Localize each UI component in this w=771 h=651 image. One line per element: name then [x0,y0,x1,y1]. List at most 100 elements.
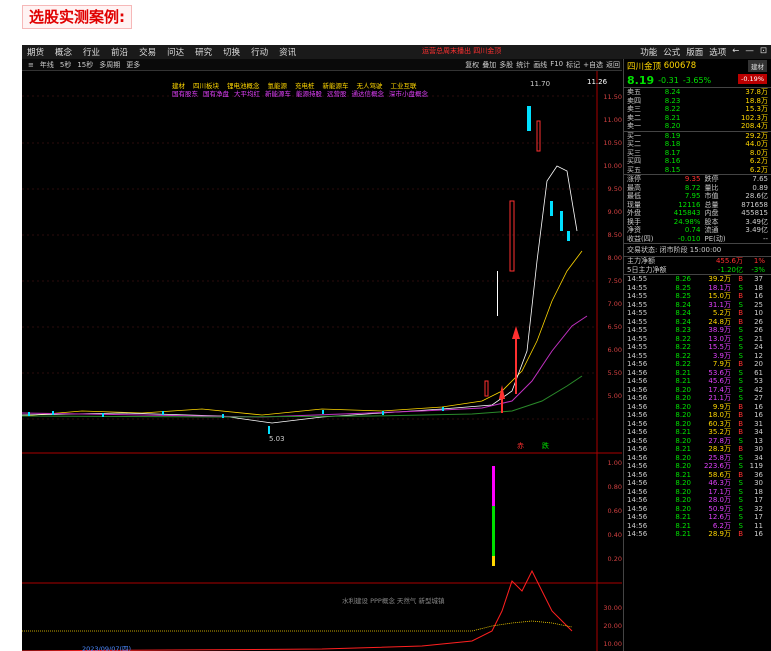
menu-item[interactable]: 研究 [195,46,212,58]
ask-row[interactable]: 卖二 8.21 102.3万 [624,114,771,123]
tick-volume: 27.8万 [708,436,731,445]
right-menu-item[interactable]: 选项 [709,46,726,58]
price-tick: 6.50 [607,323,622,331]
tick-volume: 6.2万 [712,521,731,530]
toolbar-button[interactable]: 统计 [516,60,530,70]
toolbar-item[interactable]: ≡ [28,61,34,69]
tick-count: 21 [754,334,763,343]
ask-row[interactable]: 卖四 8.23 18.8万 [624,97,771,106]
ask-row[interactable]: 卖五 8.24 37.8万 [624,88,771,97]
tick-row: 14:56 8.20 223.6万 S 119 [624,462,771,471]
flow-value: -1.20亿 [717,265,743,274]
tick-price: 8.24 [675,309,691,317]
tick-time: 14:56 [627,385,648,394]
tick-side: S [738,300,743,309]
bid-row[interactable]: 买五 8.15 6.2万 [624,166,771,175]
menu-item[interactable]: 行业 [83,46,100,58]
stat-label: 总量 [704,200,719,209]
stat-value: 24.98% [673,217,701,226]
tick-price: 8.20 [675,436,691,445]
book-volume: 29.2万 [745,131,768,140]
toolbar-item[interactable]: 年线 [40,60,54,70]
right-menu-item[interactable]: — [745,46,754,58]
tick-price: 8.21 [675,368,691,377]
toolbar-item[interactable]: 5秒 [60,60,71,70]
stat-label: 跌停 [704,175,719,183]
toolbar-item[interactable]: 15秒 [77,60,93,70]
toolbar-button[interactable]: 返回 [606,60,620,70]
toolbar-button[interactable]: 复权 [465,60,479,70]
tick-volume: 223.6万 [703,462,731,470]
tick-row: 14:56 8.20 25.8万 S 34 [624,454,771,463]
tick-count: 37 [754,275,763,283]
tick-time: 14:56 [627,368,648,377]
menu-item[interactable]: 前沿 [111,46,128,58]
book-volume: 6.2万 [749,165,768,174]
tick-side: S [738,462,743,470]
tick-side: S [738,368,743,377]
menu-item[interactable]: 行动 [251,46,268,58]
tick-row: 14:56 8.20 9.9万 B 16 [624,403,771,412]
tick-time: 14:55 [627,309,648,317]
chart-svg [22,71,622,651]
tick-side: S [738,334,743,343]
price-tick: 6.00 [607,346,622,354]
toolbar-item[interactable]: 更多 [126,60,140,70]
toolbar-item[interactable]: 多周期 [99,60,120,70]
tick-volume: 24.8万 [708,317,731,326]
tick-side: B [738,402,743,411]
toolbar-button[interactable]: 标记 [566,60,580,70]
stat-value: -0.010 [677,234,701,243]
toolbar-button[interactable]: F10 [550,60,563,70]
tick-row: 14:56 8.21 53.6万 S 61 [624,369,771,378]
menu-item[interactable]: 资讯 [279,46,296,58]
industry-tag[interactable]: 建材 [748,60,767,72]
bid-row[interactable]: 买四 8.16 6.2万 [624,157,771,166]
stat-value: 3.49亿 [745,217,768,226]
tick-time: 14:55 [627,292,648,300]
right-menu-item[interactable]: 版面 [686,46,703,58]
right-menu-item[interactable]: 公式 [663,46,680,58]
menu-item[interactable]: 问达 [167,46,184,58]
menu-item[interactable]: 交易 [139,46,156,58]
right-menu-item[interactable]: ⊡ [760,46,767,58]
toolbar-button[interactable]: 多股 [499,60,513,70]
tick-time: 14:55 [627,343,648,351]
tick-time: 14:56 [627,496,648,504]
toolbar-button[interactable]: 叠加 [482,60,496,70]
menu-item[interactable]: 切换 [223,46,240,58]
right-menu-item[interactable]: ← [732,46,739,58]
bid-row[interactable]: 买一 8.19 29.2万 [624,132,771,141]
book-label: 卖一 [627,122,641,130]
tick-row: 14:55 8.23 38.9万 S 26 [624,326,771,335]
book-volume: 208.4万 [740,122,768,130]
tick-count: 26 [754,317,763,326]
tick-count: 18 [754,283,763,292]
bid-row[interactable]: 买三 8.17 8.0万 [624,149,771,158]
toolbar-button[interactable]: +自选 [583,60,603,70]
tick-time: 14:56 [627,445,648,453]
menu-item[interactable]: 期货 [27,46,44,58]
ask-row[interactable]: 卖三 8.22 15.3万 [624,105,771,114]
right-menu-item[interactable]: 功能 [640,46,657,58]
tick-side: S [738,436,743,445]
tick-side: B [738,309,743,317]
book-volume: 18.8万 [745,96,768,105]
stats-row: 最低 7.95 市值 28.6亿 [624,192,771,201]
bid-row[interactable]: 买二 8.18 44.0万 [624,140,771,149]
flow-pct: 1% [753,257,765,265]
toolbar-button[interactable]: 画线 [533,60,547,70]
ask-row[interactable]: 卖一 8.20 208.4万 [624,122,771,131]
book-label: 买五 [627,165,641,174]
tick-count: 36 [754,470,763,479]
tick-count: 61 [754,368,763,377]
tick-volume: 46.3万 [708,479,731,487]
tick-count: 26 [754,326,763,334]
tick-volume: 39.2万 [708,275,731,283]
tick-count: 18 [754,487,763,496]
tick-row: 14:56 8.22 7.9万 B 20 [624,360,771,369]
menu-item[interactable]: 概念 [55,46,72,58]
tick-side: S [738,385,743,394]
stat-value: 415843 [673,209,701,217]
kline-chart[interactable]: 建材 四川板块 锂电池概念 氢能源 充电桩 新能源车 无人驾驶 工业互联 国有股东 国有净盘 大平… [22,71,622,651]
